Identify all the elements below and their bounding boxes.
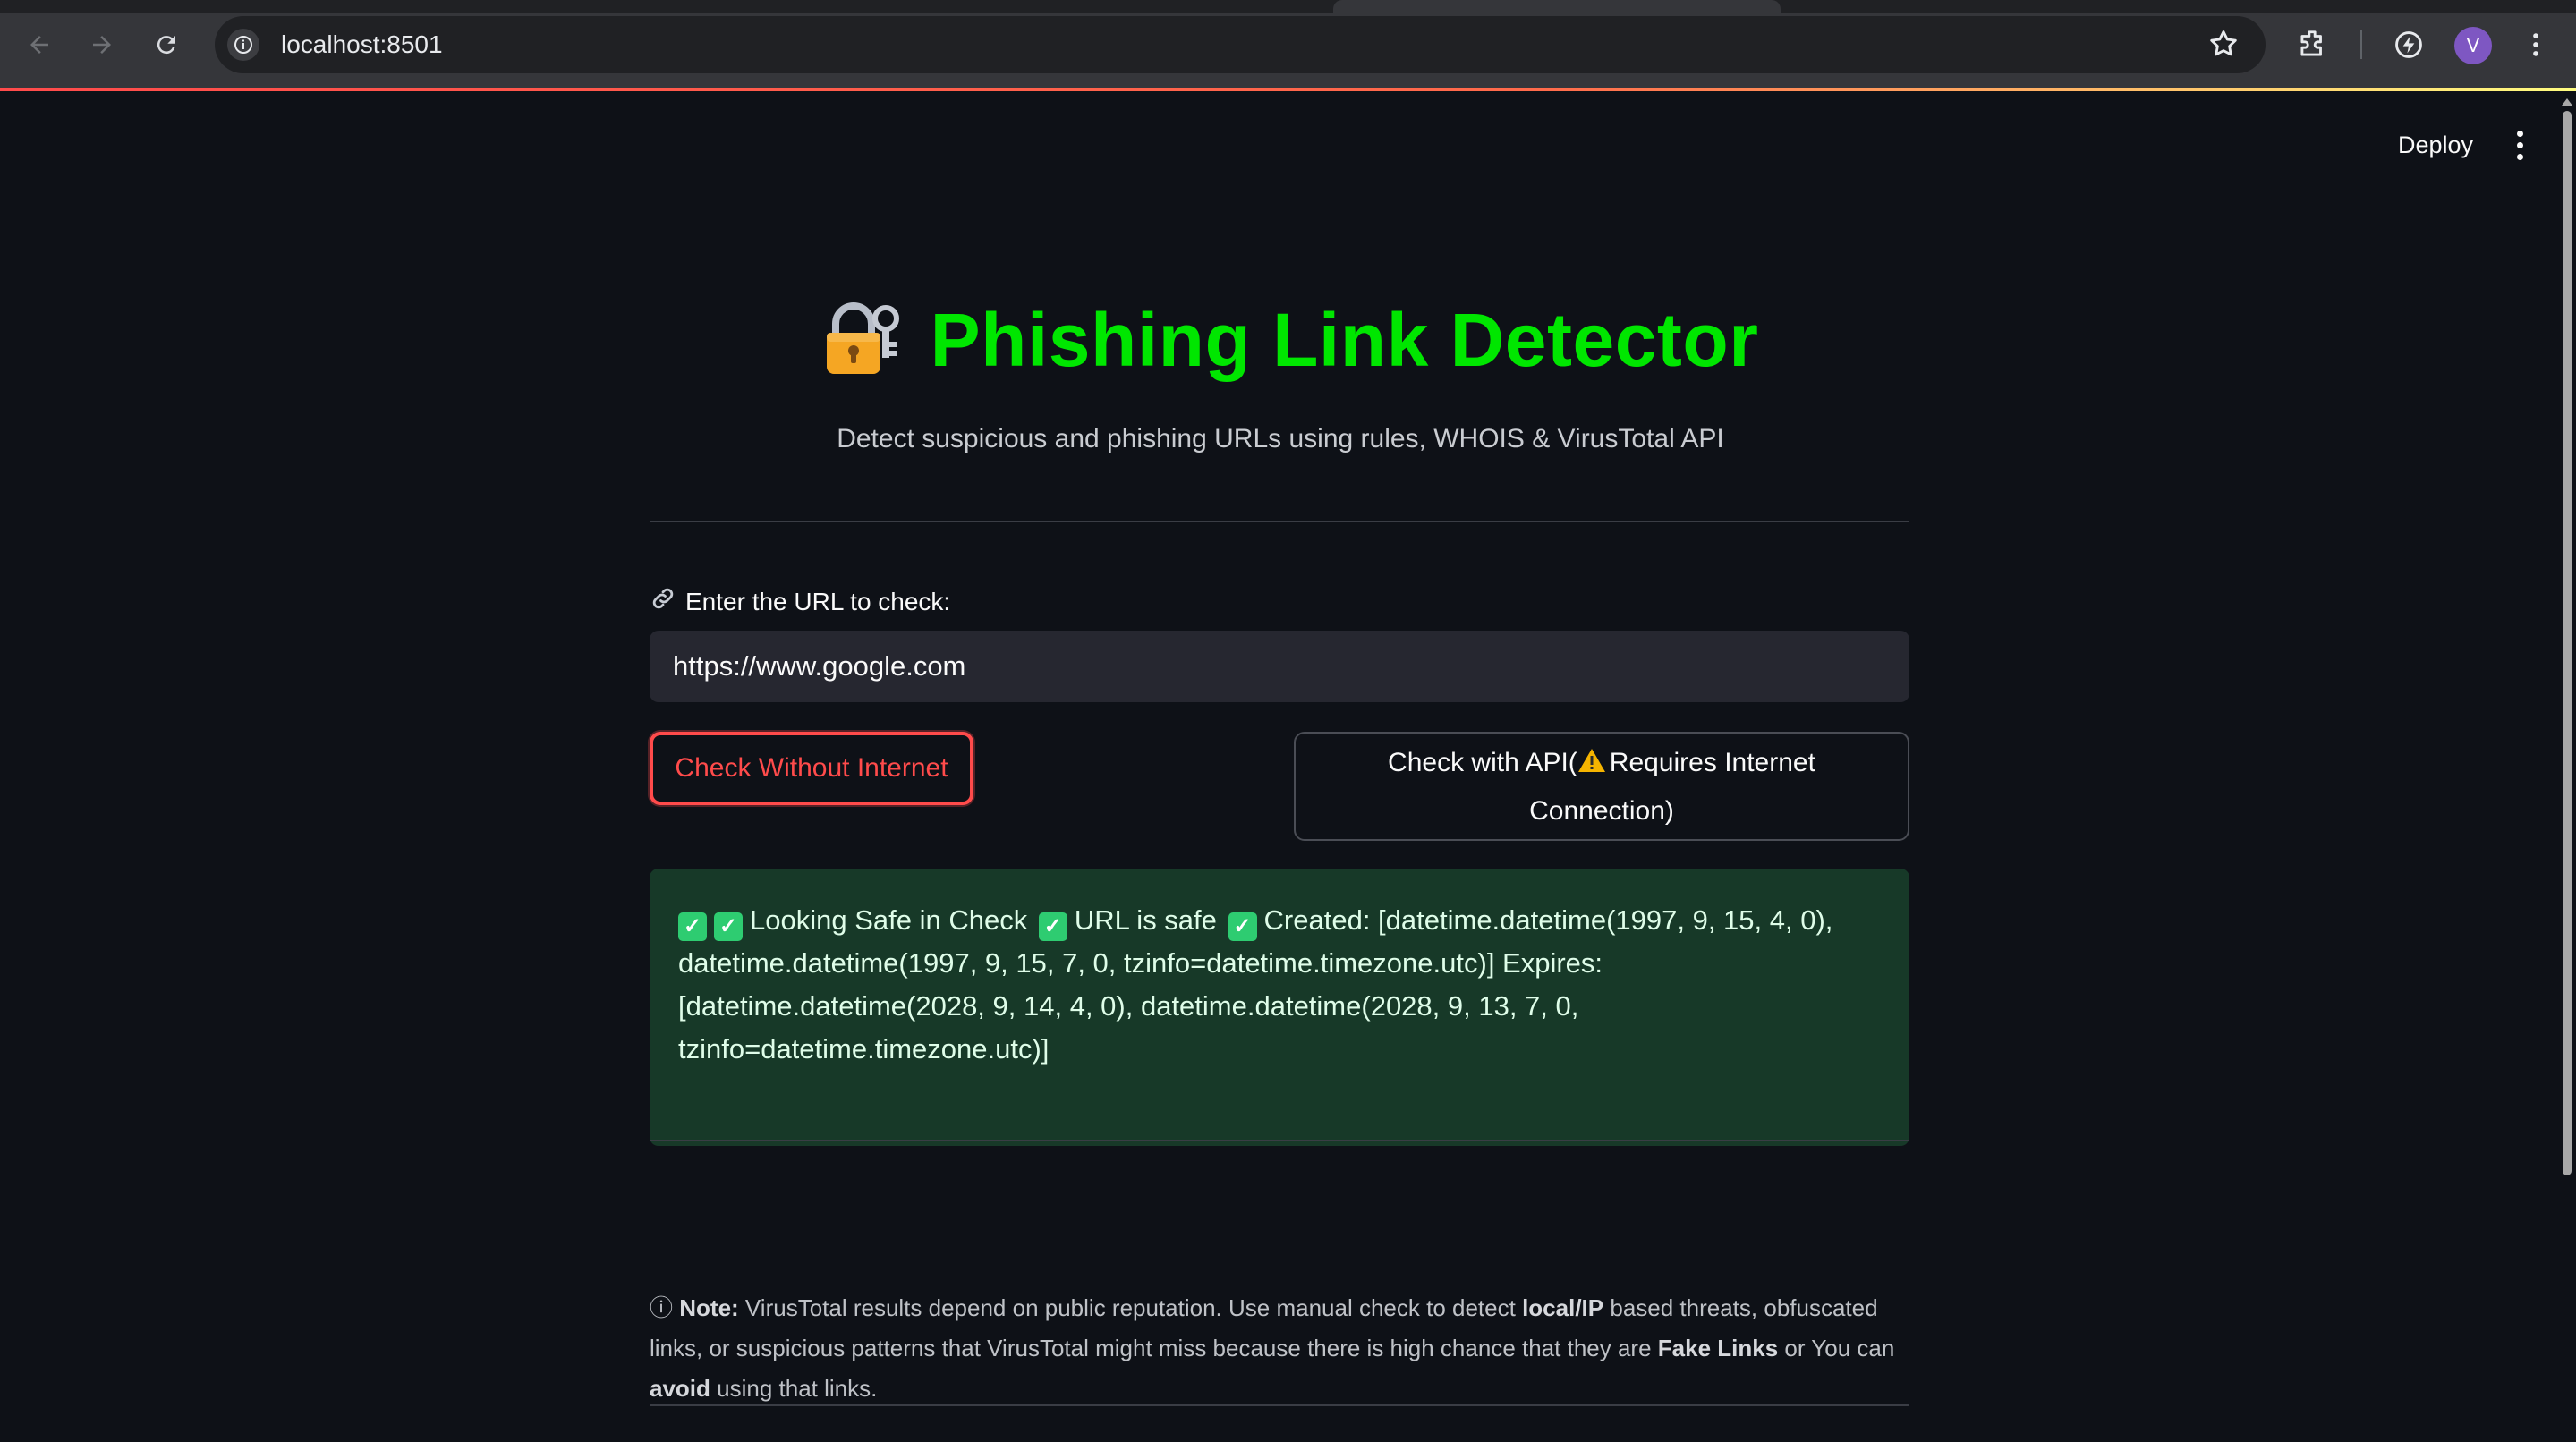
check-with-api-button[interactable]: Check with API(Requires Internet Connecti… bbox=[1294, 732, 1909, 841]
check-mark-icon: ✓ bbox=[678, 912, 707, 941]
note-paragraph: ⓘ Note: VirusTotal results depend on pub… bbox=[650, 1294, 1895, 1402]
check-mark-icon: ✓ bbox=[714, 912, 743, 941]
link-icon bbox=[650, 585, 676, 618]
active-tab[interactable] bbox=[1333, 0, 1781, 13]
page-subtitle: Detect suspicious and phishing URLs usin… bbox=[837, 424, 1724, 454]
url-text[interactable]: localhost:8501 bbox=[281, 30, 443, 59]
url-input-label-text: Enter the URL to check: bbox=[685, 587, 951, 615]
address-bar[interactable]: localhost:8501 bbox=[215, 16, 2266, 73]
url-input[interactable] bbox=[650, 631, 1909, 702]
result-safe-text: URL is safe bbox=[1074, 904, 1217, 936]
info-icon: ⓘ bbox=[650, 1294, 674, 1321]
toolbar-divider bbox=[2360, 30, 2362, 59]
warning-icon bbox=[1577, 742, 1606, 788]
page-title: Phishing Link Detector bbox=[930, 298, 1759, 382]
page-header: Phishing Link Detector bbox=[0, 295, 2576, 386]
reload-icon[interactable] bbox=[147, 25, 186, 64]
extensions-icon[interactable] bbox=[2291, 23, 2334, 66]
result-success-alert: ✓ ✓ Looking Safe in Check ✓ URL is safe ✓ Cr… bbox=[650, 869, 1909, 1146]
divider-bottom bbox=[650, 1404, 1909, 1406]
divider-middle bbox=[650, 1140, 1909, 1141]
tab-strip bbox=[0, 0, 2576, 13]
site-info-icon[interactable] bbox=[227, 29, 259, 61]
profile-avatar[interactable]: V bbox=[2454, 27, 2492, 64]
forward-icon[interactable] bbox=[82, 25, 122, 64]
check-with-api-button-label: Check with API(Requires Internet Connecti… bbox=[1388, 740, 1815, 834]
scroll-up-arrow-icon[interactable] bbox=[2562, 98, 2572, 106]
result-status-text: Looking Safe in Check bbox=[750, 904, 1028, 936]
note-prefix: Note: bbox=[679, 1294, 739, 1321]
bookmark-star-icon[interactable] bbox=[2206, 27, 2240, 65]
url-input-label: Enter the URL to check: bbox=[650, 585, 950, 618]
check-mark-icon: ✓ bbox=[1228, 912, 1257, 941]
page-scrollbar[interactable] bbox=[2561, 98, 2573, 1175]
app-menu-icon[interactable] bbox=[2502, 125, 2538, 165]
lock-key-icon bbox=[818, 295, 904, 386]
scroll-thumb[interactable] bbox=[2563, 111, 2572, 1175]
check-without-internet-button[interactable]: Check Without Internet bbox=[650, 732, 973, 805]
browser-menu-icon[interactable] bbox=[2514, 23, 2557, 66]
deploy-button[interactable]: Deploy bbox=[2380, 122, 2491, 168]
check-mark-icon: ✓ bbox=[1038, 912, 1067, 941]
browser-toolbar: localhost:8501 V bbox=[0, 0, 2576, 91]
app-main: Deploy Phishing Link Detector Detect sus… bbox=[0, 91, 2576, 1442]
back-icon[interactable] bbox=[20, 25, 59, 64]
performance-icon[interactable] bbox=[2387, 23, 2430, 66]
divider-top bbox=[650, 521, 1909, 522]
